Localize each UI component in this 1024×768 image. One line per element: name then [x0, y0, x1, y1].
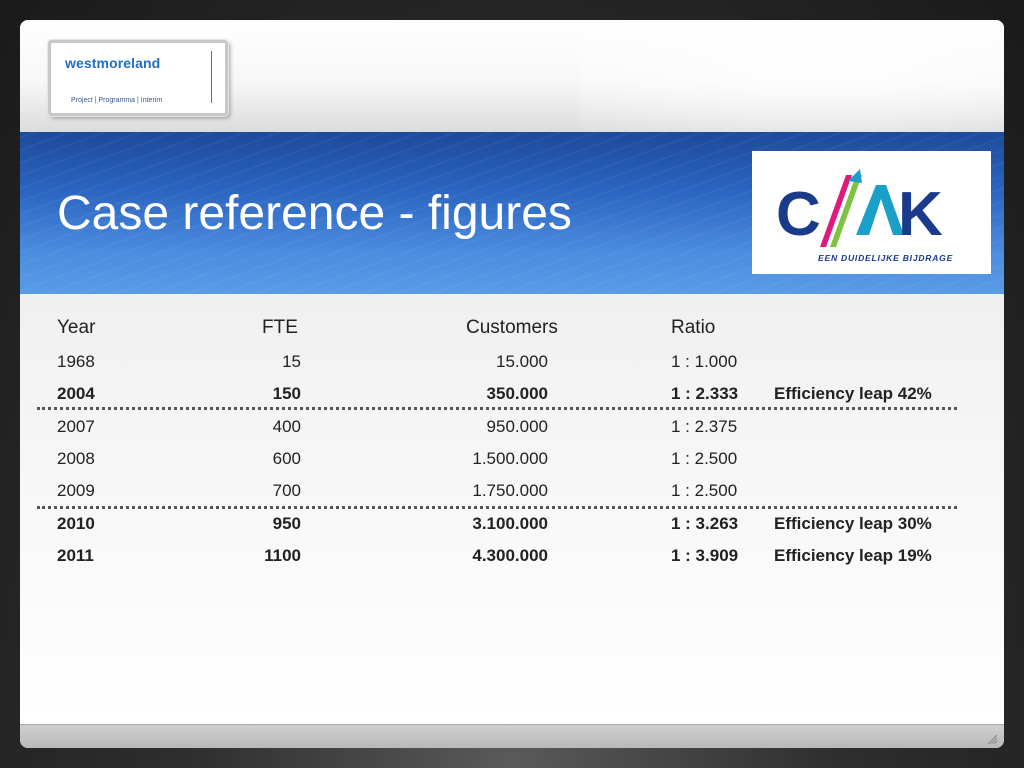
cell-customers: 1.750.000 [472, 481, 548, 500]
cell-note: Efficiency leap 30% [774, 514, 932, 533]
cell-fte: 600 [272, 449, 301, 468]
resize-grip-icon [987, 734, 998, 745]
cell-customers: 15.000 [496, 352, 548, 371]
cell-year: 2008 [57, 449, 95, 468]
header-band: westmoreland Project | Programma | Inter… [20, 20, 1004, 160]
logo-name: westmoreland [65, 55, 161, 71]
footer-bar [20, 724, 1004, 748]
cell-year: 2011 [57, 546, 94, 565]
cell-ratio: 1 : 2.500 [671, 481, 738, 500]
cell-fte: 400 [272, 417, 301, 436]
cak-letter-a [856, 185, 904, 235]
cell-ratio: 1 : 3.909 [671, 546, 739, 565]
row-divider [37, 407, 957, 410]
westmoreland-logo: westmoreland Project | Programma | Inter… [48, 40, 228, 116]
cell-year: 2009 [57, 481, 95, 500]
header-customers: Customers [466, 317, 558, 338]
cak-logo: C K EEN DUIDELIJKE BIJDRAGE [752, 151, 991, 274]
cak-letter-c: C [776, 180, 821, 249]
cell-customers: 350.000 [486, 384, 548, 403]
cell-note: Efficiency leap 42% [774, 384, 932, 403]
cak-tagline: EEN DUIDELIJKE BIJDRAGE [818, 253, 953, 263]
header-year: Year [57, 317, 96, 338]
logo-divider [211, 51, 212, 103]
cell-fte: 700 [272, 481, 301, 500]
page-title: Case reference - figures [57, 187, 572, 240]
header-fte: FTE [262, 317, 298, 338]
cell-fte: 15 [282, 352, 301, 371]
cell-customers: 950.000 [486, 417, 548, 436]
cell-customers: 4.300.000 [472, 546, 548, 565]
cak-letter-k: K [898, 180, 943, 249]
logo-tagline: Project | Programma | Interim [71, 97, 163, 104]
cell-fte: 950 [272, 514, 301, 533]
cell-customers: 3.100.000 [472, 514, 548, 533]
header-ratio: Ratio [671, 317, 716, 338]
row-divider [37, 506, 957, 509]
cell-ratio: 1 : 2.333 [671, 384, 739, 403]
cell-fte: 150 [272, 384, 301, 403]
cell-ratio: 1 : 3.263 [671, 514, 739, 533]
cell-year: 2007 [57, 417, 95, 436]
cell-customers: 1.500.000 [472, 449, 548, 468]
cell-ratio: 1 : 2.500 [671, 449, 738, 468]
cell-fte: 1100 [264, 546, 301, 565]
cell-ratio: 1 : 1.000 [671, 352, 738, 371]
cell-note: Efficiency leap 19% [774, 546, 932, 565]
cell-ratio: 1 : 2.375 [671, 417, 738, 436]
cak-logo-graphic: C K EEN DUIDELIJKE BIJDRAGE [776, 169, 953, 263]
cell-year: 2010 [57, 514, 95, 533]
cell-year: 1968 [57, 352, 95, 371]
cell-year: 2004 [57, 384, 95, 403]
